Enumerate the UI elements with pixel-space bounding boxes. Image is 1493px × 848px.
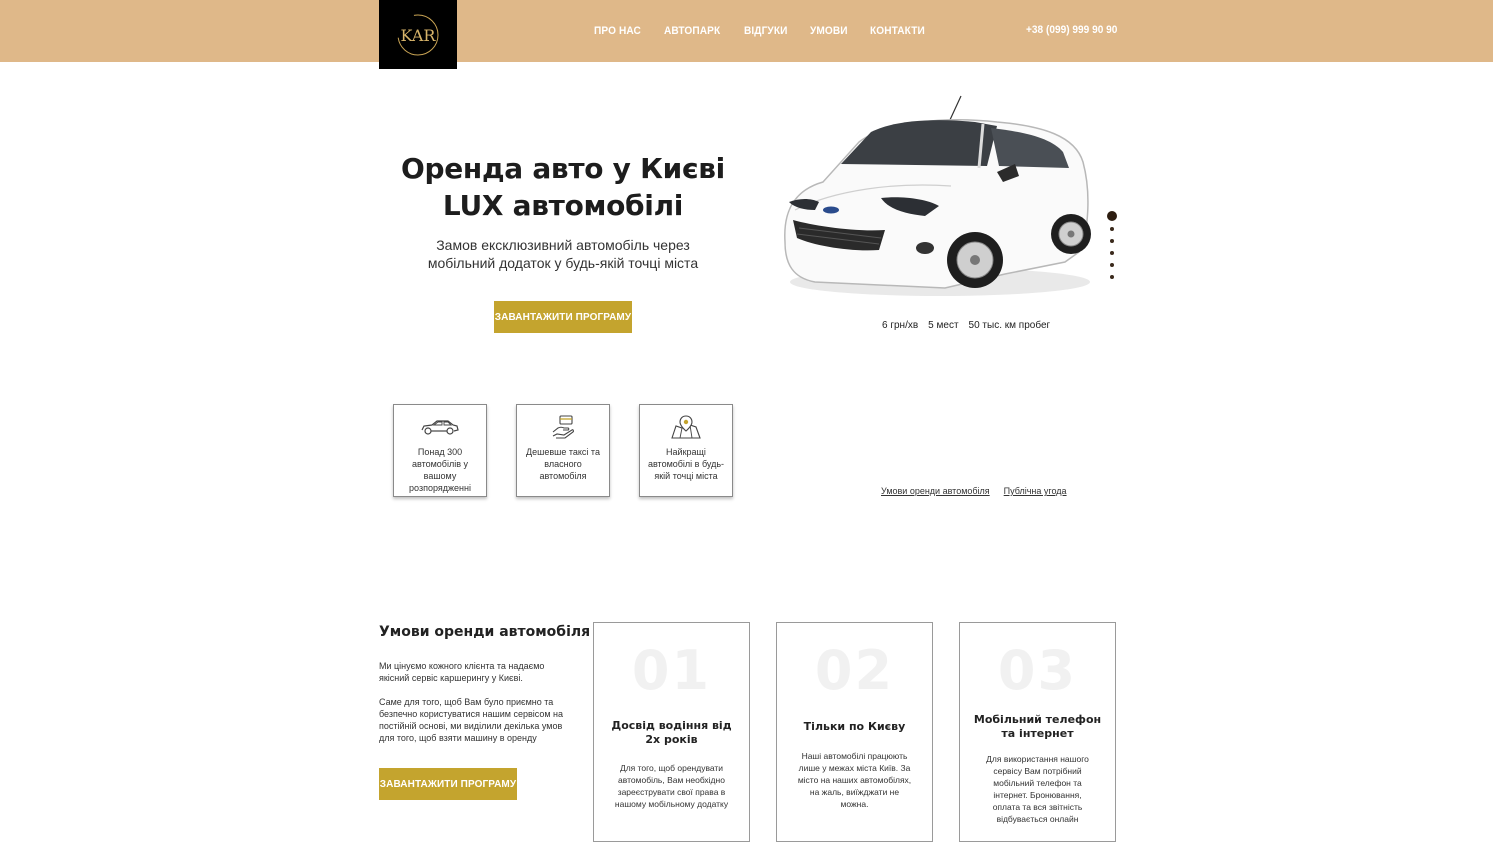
slider-dot-6[interactable] (1110, 275, 1114, 279)
public-agreement-link[interactable]: Публічна угода (1004, 486, 1067, 496)
condition-card-1: 01 Досвід водіння від 2х років Для того,… (593, 622, 750, 842)
conditions-text-1: Ми цінуємо кожного клієнта та надаємо як… (379, 661, 545, 683)
card-number: 02 (814, 639, 895, 702)
hero-title: Оренда авто у Києві LUX автомобілі (380, 150, 746, 224)
nav-contacts[interactable]: КОНТАКТИ (870, 25, 925, 37)
card-title: Тільки по Києву (803, 720, 906, 733)
nav-reviews[interactable]: ВІДГУКИ (744, 25, 787, 37)
spec-mileage: 50 тыс. км пробег (968, 320, 1051, 331)
rental-terms-link[interactable]: Умови оренди автомобіля (881, 486, 990, 496)
logo[interactable]: KAR (379, 0, 457, 69)
nav-terms[interactable]: УМОВИ (810, 25, 848, 37)
card-text: Для того, щоб орендувати автомобіль, Вам… (614, 763, 729, 809)
hero-slider-dots (1107, 211, 1117, 287)
slider-dot-1[interactable] (1107, 211, 1117, 221)
feature-box-fleet: Понад 300 автомобілів у вашому розпорядж… (393, 404, 487, 497)
download-app-button-2[interactable]: ЗАВАНТАЖИТИ ПРОГРАМУ (379, 768, 517, 800)
conditions-text-2: Саме для того, щоб Вам було приємно та б… (379, 697, 564, 743)
card-hand-icon (550, 414, 576, 440)
slider-dot-4[interactable] (1110, 251, 1114, 255)
card-title: Досвід водіння від 2х років (611, 719, 732, 746)
spec-seats: 5 мест (928, 320, 959, 331)
car-icon (420, 414, 460, 440)
condition-card-2: 02 Тільки по Києву Наші автомобілі працю… (776, 622, 933, 842)
card-number: 03 (997, 639, 1078, 702)
car-specs: 6 грн/хв 5 мест 50 тыс. км пробег (882, 320, 1050, 331)
download-app-button[interactable]: ЗАВАНТАЖИТИ ПРОГРАМУ (494, 301, 632, 333)
slider-dot-2[interactable] (1110, 227, 1114, 231)
car-image[interactable] (775, 92, 1095, 302)
feature-box-location: Найкращі автомобілі в будь-якій точці мі… (639, 404, 733, 497)
map-pin-icon (670, 414, 702, 440)
conditions-title: Умови оренди автомобіля (379, 624, 591, 640)
feature-box-price: Дешевше таксі та власного автомобіля (516, 404, 610, 497)
hero-subtitle-line1: Замов ексклюзивний автомобіль через (436, 237, 690, 253)
logo-emblem-icon: KAR (397, 14, 439, 55)
card-text: Наші автомобілі працюють лише у межах мі… (797, 751, 912, 809)
hero-title-line1: Оренда авто у Києві (401, 152, 725, 185)
card-number: 01 (631, 639, 712, 702)
feature-text: Найкращі автомобілі в будь-якій точці мі… (647, 447, 725, 481)
hero-subtitle: Замов ексклюзивний автомобіль через мобі… (405, 236, 721, 272)
feature-text: Дешевше таксі та власного автомобіля (526, 447, 600, 481)
card-title: Мобільний телефон та інтернет (973, 713, 1102, 740)
condition-card-3: 03 Мобільний телефон та інтернет Для вик… (959, 622, 1116, 842)
spec-price: 6 грн/хв (882, 320, 919, 331)
phone-link[interactable]: +38 (099) 999 90 90 (1026, 24, 1117, 36)
feature-text: Понад 300 автомобілів у вашому розпорядж… (409, 447, 471, 493)
hero-subtitle-line2: мобільний додаток у будь-якій точці міст… (427, 255, 699, 271)
slider-dot-3[interactable] (1110, 239, 1114, 243)
hero-title-line2: LUX автомобілі (442, 189, 684, 222)
nav-fleet[interactable]: АВТОПАРК (664, 25, 720, 37)
main-nav: ПРО НАС АВТОПАРК ВІДГУКИ УМОВИ КОНТАКТИ (594, 0, 949, 62)
svg-text:KAR: KAR (401, 26, 437, 45)
nav-about[interactable]: ПРО НАС (594, 25, 641, 37)
slider-dot-5[interactable] (1110, 263, 1114, 267)
card-text: Для використання нашого сервісу Вам потр… (986, 754, 1089, 824)
legal-links: Умови оренди автомобіля Публічна угода (881, 486, 1067, 496)
